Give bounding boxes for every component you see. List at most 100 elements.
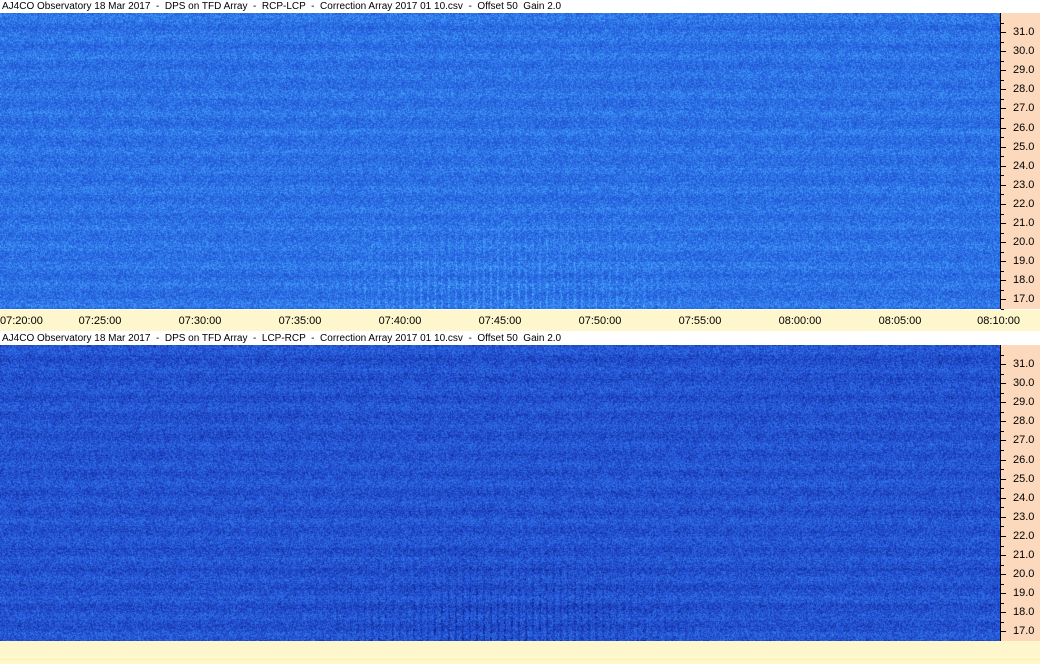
freq-tick <box>1001 128 1006 129</box>
time-label: 08:05:00 <box>878 315 922 327</box>
frequency-axis-panel-2: 31.0 30.0 29.0 28.0 27.0 26.0 25.0 24.0 23.0 22.0… <box>1000 345 1040 642</box>
time-label: 07:50:00 <box>578 315 622 327</box>
freq-tick <box>1001 147 1006 148</box>
freq-minor-tick <box>1001 355 1004 356</box>
freq-tick <box>1001 261 1006 262</box>
freq-tick <box>1001 51 1006 52</box>
time-label: 08:10:00 <box>977 315 1020 327</box>
freq-minor-tick <box>1001 488 1004 489</box>
freq-minor-tick <box>1001 469 1004 470</box>
freq-label: 19.0 <box>1013 255 1035 267</box>
freq-minor-tick <box>1001 507 1004 508</box>
time-label: 07:20:00 <box>0 315 43 327</box>
time-label: 07:25:00 <box>78 315 122 327</box>
freq-tick <box>1001 280 1006 281</box>
freq-minor-tick <box>1001 290 1004 291</box>
freq-label: 27.0 <box>1013 434 1035 446</box>
freq-minor-tick <box>1001 156 1004 157</box>
time-label: 07:35:00 <box>278 315 322 327</box>
freq-minor-tick <box>1001 214 1004 215</box>
freq-label: 29.0 <box>1013 396 1035 408</box>
freq-label: 24.0 <box>1013 160 1035 172</box>
freq-minor-tick <box>1001 137 1004 138</box>
freq-tick <box>1001 593 1006 594</box>
freq-tick <box>1001 223 1006 224</box>
freq-label: 23.0 <box>1013 179 1035 191</box>
freq-tick <box>1001 402 1006 403</box>
freq-tick <box>1001 204 1006 205</box>
freq-tick <box>1001 108 1006 109</box>
panel-1-title: AJ4CO Observatory 18 Mar 2017 - DPS on T… <box>0 0 1040 13</box>
freq-label: 20.0 <box>1013 236 1035 248</box>
freq-minor-tick <box>1001 99 1004 100</box>
time-label: 07:40:00 <box>378 315 422 327</box>
freq-tick <box>1001 631 1006 632</box>
freq-label: 18.0 <box>1013 274 1035 286</box>
freq-tick <box>1001 498 1006 499</box>
freq-tick <box>1001 479 1006 480</box>
freq-tick <box>1001 32 1006 33</box>
freq-minor-tick <box>1001 584 1004 585</box>
freq-minor-tick <box>1001 374 1004 375</box>
time-label: 07:45:00 <box>478 315 522 327</box>
freq-label: 21.0 <box>1013 549 1035 561</box>
freq-label: 29.0 <box>1013 64 1035 76</box>
freq-label: 28.0 <box>1013 83 1035 95</box>
freq-tick <box>1001 421 1006 422</box>
time-label: 08:00:00 <box>778 315 822 327</box>
freq-label: 25.0 <box>1013 473 1035 485</box>
spectrogram-rcp-lcp[interactable] <box>0 13 1000 309</box>
freq-label: 22.0 <box>1013 530 1035 542</box>
freq-minor-tick <box>1001 175 1004 176</box>
freq-label: 26.0 <box>1013 454 1035 466</box>
freq-label: 18.0 <box>1013 606 1035 618</box>
freq-tick <box>1001 70 1006 71</box>
freq-tick <box>1001 299 1006 300</box>
time-label: 07:30:00 <box>178 315 222 327</box>
freq-minor-tick <box>1001 61 1004 62</box>
freq-label: 27.0 <box>1013 102 1035 114</box>
time-label: 07:55:00 <box>678 315 722 327</box>
freq-minor-tick <box>1001 393 1004 394</box>
freq-minor-tick <box>1001 42 1004 43</box>
freq-tick <box>1001 574 1006 575</box>
freq-label: 30.0 <box>1013 45 1035 57</box>
freq-minor-tick <box>1001 603 1004 604</box>
freq-minor-tick <box>1001 622 1004 623</box>
freq-label: 19.0 <box>1013 587 1035 599</box>
freq-minor-tick <box>1001 450 1004 451</box>
freq-minor-tick <box>1001 194 1004 195</box>
freq-label: 24.0 <box>1013 492 1035 504</box>
freq-label: 22.0 <box>1013 198 1035 210</box>
freq-tick <box>1001 612 1006 613</box>
freq-minor-tick <box>1001 431 1004 432</box>
bottom-status-strip <box>0 641 1040 664</box>
freq-label: 23.0 <box>1013 511 1035 523</box>
freq-label: 17.0 <box>1013 293 1035 305</box>
freq-tick <box>1001 242 1006 243</box>
freq-minor-tick <box>1001 271 1004 272</box>
time-axis: 07:20:00 07:25:00 07:30:00 07:35:00 07:40:00… <box>0 310 1040 331</box>
freq-tick <box>1001 517 1006 518</box>
freq-minor-tick <box>1001 23 1004 24</box>
freq-label: 28.0 <box>1013 415 1035 427</box>
freq-label: 20.0 <box>1013 568 1035 580</box>
panel-2-title: AJ4CO Observatory 18 Mar 2017 - DPS on T… <box>0 332 1040 345</box>
freq-label: 25.0 <box>1013 141 1035 153</box>
freq-tick <box>1001 364 1006 365</box>
freq-label: 17.0 <box>1013 625 1035 637</box>
freq-minor-tick <box>1001 80 1004 81</box>
freq-label: 30.0 <box>1013 377 1035 389</box>
freq-minor-tick <box>1001 118 1004 119</box>
spectrogram-lcp-rcp[interactable] <box>0 345 1000 641</box>
freq-minor-tick <box>1001 412 1004 413</box>
freq-tick <box>1001 166 1006 167</box>
freq-tick <box>1001 383 1006 384</box>
freq-tick <box>1001 460 1006 461</box>
freq-minor-tick <box>1001 546 1004 547</box>
frequency-axis-panel-1: 31.0 30.0 29.0 28.0 27.0 26.0 25.0 24.0 23.0 22.0… <box>1000 13 1040 310</box>
freq-minor-tick <box>1001 233 1004 234</box>
freq-minor-tick <box>1001 526 1004 527</box>
freq-tick <box>1001 440 1006 441</box>
freq-label: 21.0 <box>1013 217 1035 229</box>
